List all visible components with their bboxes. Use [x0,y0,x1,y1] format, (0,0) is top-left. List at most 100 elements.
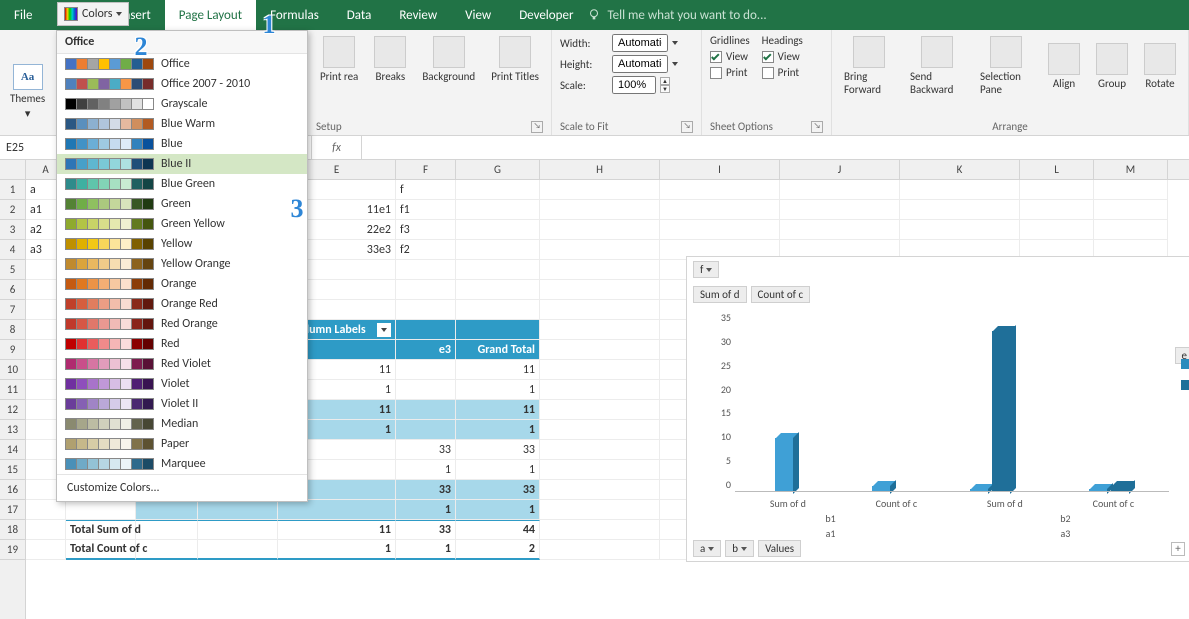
row-header[interactable]: 18 [0,520,25,540]
scale-input[interactable] [612,76,656,94]
row-header[interactable]: 2 [0,200,25,220]
pivot-chart[interactable]: f Sum of d Count of c e 35302520151050 S… [686,256,1189,562]
color-scheme-paper[interactable]: Paper [57,434,307,454]
height-control[interactable]: Height: [560,55,693,73]
color-scheme-violet[interactable]: Violet [57,374,307,394]
column-header[interactable]: H [540,160,660,179]
background-button[interactable]: Background [418,34,479,85]
tab-data[interactable]: Data [333,0,386,30]
color-scheme-blue-warm[interactable]: Blue Warm [57,114,307,134]
chart-value-btn-2[interactable]: Count of c [751,286,811,303]
tab-file[interactable]: File [0,0,46,30]
column-header[interactable]: F [396,160,456,179]
column-header[interactable]: M [1094,160,1168,179]
color-scheme-blue[interactable]: Blue [57,134,307,154]
color-scheme-red[interactable]: Red [57,334,307,354]
row-header[interactable]: 13 [0,420,25,440]
group-button[interactable]: Group [1092,41,1132,92]
color-scheme-yellow[interactable]: Yellow [57,234,307,254]
print-titles-icon [499,36,531,68]
tab-review[interactable]: Review [385,0,451,30]
color-scheme-grayscale[interactable]: Grayscale [57,94,307,114]
align-icon [1048,43,1080,75]
customize-colors[interactable]: Customize Colors... [57,474,307,501]
chart-values-button[interactable]: Values [758,540,801,557]
row-header[interactable]: 12 [0,400,25,420]
color-scheme-orange[interactable]: Orange [57,274,307,294]
gridlines-print-checkbox[interactable]: Print [710,66,750,79]
sheet-options-launcher[interactable]: ↘ [811,121,823,133]
row-header[interactable]: 16 [0,480,25,500]
selection-pane-button[interactable]: Selection Pane [976,34,1036,98]
color-scheme-blue-green[interactable]: Blue Green [57,174,307,194]
width-control[interactable]: Width: [560,34,693,52]
headings-label: Headings [762,34,803,47]
chart-row-filter-b[interactable]: b [725,540,754,557]
print-titles-button[interactable]: Print Titles [487,34,543,85]
color-scheme-violet-ii[interactable]: Violet II [57,394,307,414]
chart-y-axis: 35302520151050 [703,311,731,491]
row-header[interactable]: 6 [0,280,25,300]
scale-control[interactable]: Scale:▲▼ [560,76,693,94]
color-scheme-green[interactable]: Green [57,194,307,214]
color-scheme-yellow-orange[interactable]: Yellow Orange [57,254,307,274]
breaks-button[interactable]: Breaks [370,34,410,85]
row-header[interactable]: 1 [0,180,25,200]
title-tabs: File Home Insert Page Layout Formulas Da… [0,0,1189,30]
chart-page-filter[interactable]: f [693,261,719,278]
row-header[interactable]: 5 [0,260,25,280]
row-header[interactable]: 14 [0,440,25,460]
themes-button[interactable]: Aa Themes ▾ [10,64,45,120]
chart-row-filter-a[interactable]: a [693,540,721,557]
color-scheme-office[interactable]: Office [57,54,307,74]
annotation-1: 1 [252,8,286,42]
column-header[interactable]: I [660,160,780,179]
color-scheme-marquee[interactable]: Marquee [57,454,307,474]
annotation-3: 3 [280,192,314,226]
row-header[interactable]: 17 [0,500,25,520]
row-header[interactable]: 10 [0,360,25,380]
chart-value-btn-1[interactable]: Sum of d [693,286,747,303]
color-scheme-red-violet[interactable]: Red Violet [57,354,307,374]
color-scheme-red-orange[interactable]: Red Orange [57,314,307,334]
print-area-button[interactable]: Print rea [316,34,362,85]
page-setup-launcher[interactable]: ↘ [531,121,543,133]
row-header[interactable]: 15 [0,460,25,480]
row-header[interactable]: 9 [0,340,25,360]
color-scheme-orange-red[interactable]: Orange Red [57,294,307,314]
color-scheme-median[interactable]: Median [57,414,307,434]
headings-print-checkbox[interactable]: Print [762,66,803,79]
row-header[interactable]: 4 [0,240,25,260]
chart-legend: e1 e3 [1181,357,1189,391]
send-backward-button[interactable]: Send Backward [906,34,968,98]
colors-button[interactable]: Colors [57,2,129,26]
row-header[interactable]: 8 [0,320,25,340]
width-input[interactable] [612,34,668,52]
tell-me-search[interactable]: Tell me what you want to do... [587,0,766,30]
headings-view-checkbox[interactable]: View [762,50,803,63]
row-header[interactable]: 19 [0,540,25,560]
column-header[interactable]: K [900,160,1020,179]
row-header[interactable]: 7 [0,300,25,320]
column-header[interactable]: G [456,160,540,179]
scale-launcher[interactable]: ↘ [681,121,693,133]
tab-page-layout[interactable]: Page Layout [165,0,256,30]
color-scheme-blue-ii[interactable]: Blue II [57,154,307,174]
height-input[interactable] [612,55,668,73]
bring-forward-icon [853,36,885,68]
bring-forward-button[interactable]: Bring Forward [840,34,898,98]
column-header[interactable]: J [780,160,900,179]
fx-label[interactable]: fx [312,136,362,159]
rotate-button[interactable]: Rotate [1140,41,1180,92]
row-header[interactable]: 3 [0,220,25,240]
row-header[interactable]: 11 [0,380,25,400]
column-header[interactable]: L [1020,160,1094,179]
tab-developer[interactable]: Developer [505,0,587,30]
tab-view[interactable]: View [451,0,505,30]
chart-expand-button[interactable]: + [1171,542,1185,556]
color-scheme-green-yellow[interactable]: Green Yellow [57,214,307,234]
gridlines-view-checkbox[interactable]: View [710,50,750,63]
color-scheme-office-2007-2010[interactable]: Office 2007 - 2010 [57,74,307,94]
select-all-corner[interactable] [0,160,25,180]
align-button[interactable]: Align [1044,41,1084,92]
